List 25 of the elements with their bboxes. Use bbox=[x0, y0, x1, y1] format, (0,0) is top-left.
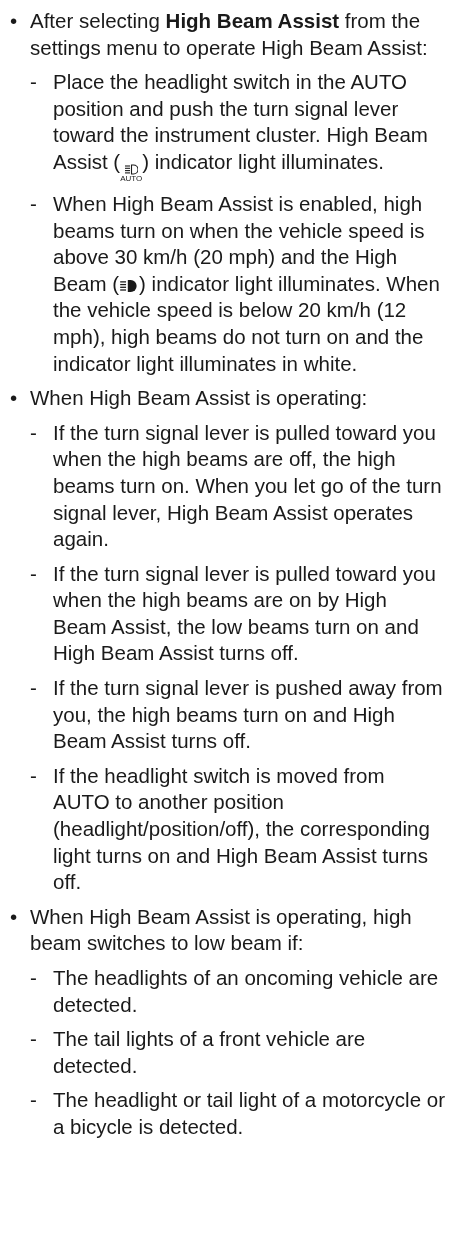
list-item-text: The headlight or tail light of a motorcycle or a bicycle is detected. bbox=[53, 1087, 445, 1140]
list-item-text: Place the headlight switch in the AUTO position and push the turn signal lever toward the instrument cluster. High Beam Assist ( AUTO ) indicator light illuminates. bbox=[53, 69, 429, 183]
list-bullet: - bbox=[30, 69, 37, 96]
list-item-text: If the turn signal lever is pushed away from you, the high beams turn on and High Beam Assist turns off. bbox=[53, 675, 444, 755]
list-bullet: • bbox=[10, 385, 18, 412]
list-item-text: After selecting High Beam Assist from the settings menu to operate High Beam Assist: bbox=[30, 8, 429, 61]
list-item-text: If the turn signal lever is pulled toward you when the high beams are on by High Beam Assist, the low beams turn on and High Beam Assist turns off. bbox=[53, 560, 437, 667]
list-bullet: - bbox=[30, 762, 37, 789]
list-bullet: - bbox=[30, 560, 37, 587]
list-item-text: The headlights of an oncoming vehicle are detected. bbox=[53, 965, 440, 1018]
high-beam-icon bbox=[119, 278, 140, 293]
list-bullet: • bbox=[10, 8, 18, 34]
list-bullet: - bbox=[30, 1026, 37, 1053]
list-bullet: - bbox=[30, 190, 37, 217]
list-bullet: • bbox=[10, 903, 18, 930]
list-item-text: If the headlight switch is moved from AUTO to another position (headlight/position/off), the corresponding light turns on and High Beam Assist turns off. bbox=[53, 762, 431, 896]
list-bullet: - bbox=[30, 965, 37, 991]
list-item-text: When High Beam Assist is operating: bbox=[30, 385, 369, 412]
list-bullet: - bbox=[30, 419, 37, 446]
list-item-text: When High Beam Assist is enabled, high beams turn on when the vehicle speed is above 30 km/h (20 mph) and the High Beam ( ) indicator light illuminates. When the vehicle speed is below 20 km/h (12 mph), high beams do not turn on and the indicator light illuminates in white. bbox=[53, 190, 441, 377]
list-bullet: - bbox=[30, 675, 37, 702]
list-item-text: If the turn signal lever is pulled toward you when the high beams are off, the high beams turn on. When you let go of the turn signal lever, High Beam Assist operates again. bbox=[53, 419, 443, 553]
list-item-text: When High Beam Assist is operating, high beam switches to low beam if: bbox=[30, 903, 413, 957]
list-bullet: - bbox=[30, 1087, 37, 1114]
list-item-text: The tail lights of a front vehicle are detected. bbox=[53, 1026, 367, 1079]
